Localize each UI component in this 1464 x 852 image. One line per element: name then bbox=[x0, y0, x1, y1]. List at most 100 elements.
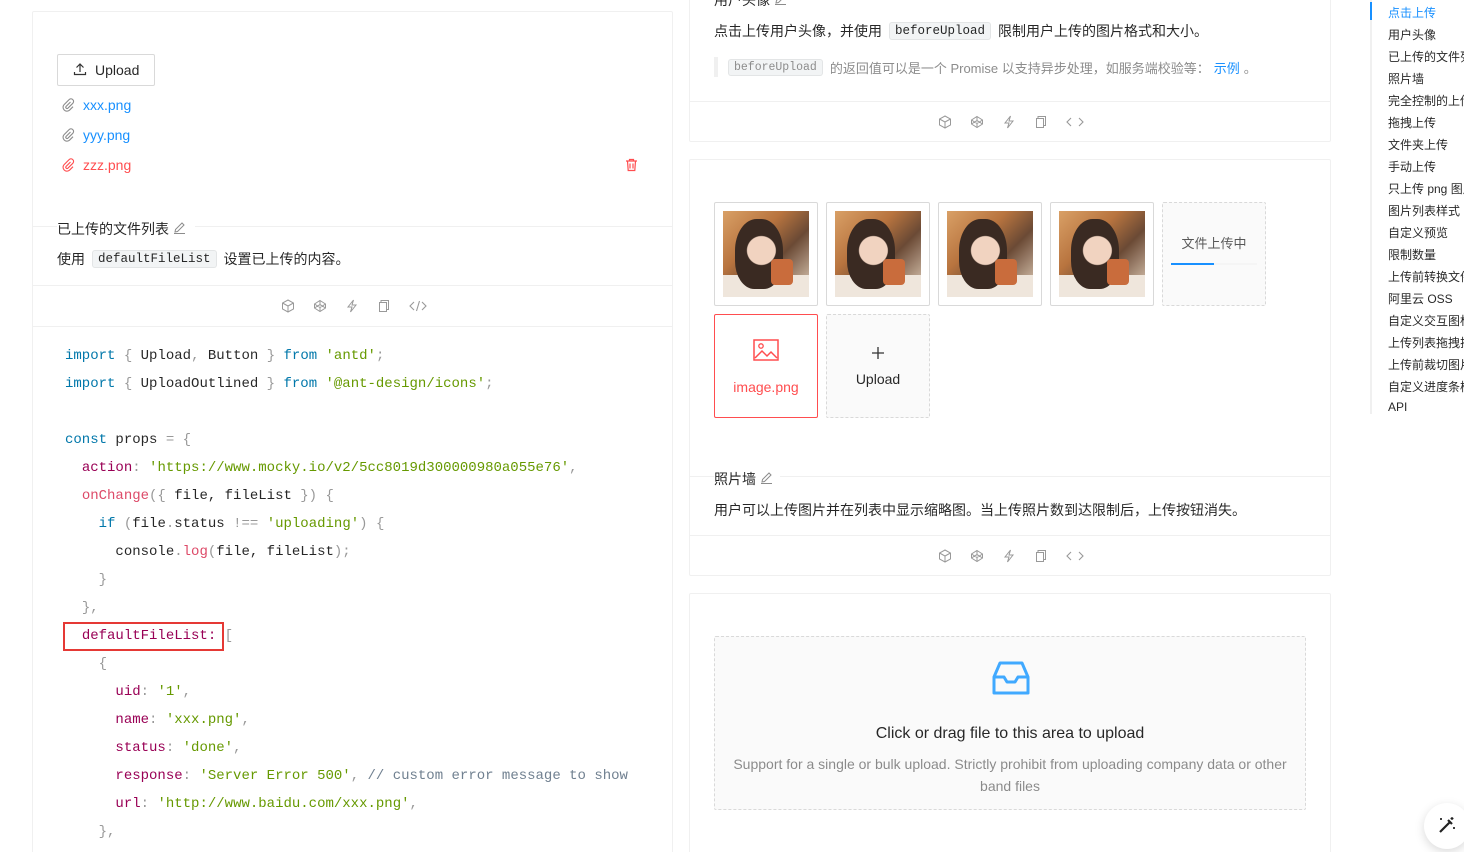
anchor-link[interactable]: 自定义预览 bbox=[1388, 224, 1448, 241]
code-actions bbox=[281, 299, 427, 313]
anchor-link[interactable]: 用户头像 bbox=[1388, 26, 1436, 43]
anchor-link[interactable]: 已上传的文件列表 bbox=[1388, 48, 1464, 65]
codepen-icon[interactable] bbox=[313, 299, 327, 313]
anchor-link[interactable]: 自定义进度条样式 bbox=[1388, 378, 1464, 395]
code-actions bbox=[938, 115, 1084, 129]
picture-error-item[interactable]: image.png bbox=[714, 314, 818, 418]
upload-drag-area[interactable]: Click or drag file to this area to uploa… bbox=[714, 636, 1306, 810]
file-name[interactable]: xxx.png bbox=[83, 97, 131, 113]
codesandbox-icon[interactable] bbox=[938, 549, 952, 563]
actions-divider bbox=[690, 101, 1330, 102]
note-text: 的返回值可以是一个 Promise 以支持异步处理，如服务端校验等： bbox=[829, 61, 1210, 76]
edit-icon[interactable] bbox=[774, 0, 787, 8]
demo-description: 用户可以上传图片并在列表中显示缩略图。当上传照片数到达限制后，上传按钮消失。 bbox=[714, 500, 1246, 520]
anchor-active-indicator bbox=[1370, 2, 1372, 20]
picture-icon bbox=[753, 339, 779, 364]
file-list-item[interactable]: yyy.png bbox=[61, 124, 130, 146]
anchor-link[interactable]: API bbox=[1388, 400, 1407, 414]
error-file-name: image.png bbox=[733, 379, 799, 395]
photo-image bbox=[947, 211, 1033, 297]
file-list-item-error[interactable]: zzz.png bbox=[61, 154, 131, 176]
picture-upload-button[interactable]: Upload bbox=[826, 314, 930, 418]
anchor-link[interactable]: 文件夹上传 bbox=[1388, 136, 1448, 153]
demo-title-text: 已上传的文件列表 bbox=[57, 221, 169, 237]
delete-icon[interactable] bbox=[625, 158, 638, 175]
demo-title: 照片墙 bbox=[714, 469, 773, 489]
note-text: 。 bbox=[1243, 61, 1257, 76]
paperclip-icon bbox=[61, 128, 75, 142]
demo-description: 点击上传用户头像，并使用 beforeUpload 限制用户上传的图片格式和大小… bbox=[714, 21, 1208, 41]
anchor-link[interactable]: 完全控制的上传列表 bbox=[1388, 92, 1464, 109]
section-divider bbox=[690, 476, 714, 477]
edit-icon[interactable] bbox=[760, 471, 773, 487]
desc-text: 使用 bbox=[57, 251, 85, 267]
edit-icon[interactable] bbox=[173, 221, 186, 237]
example-link[interactable]: 示例 bbox=[1214, 58, 1240, 77]
progress-bar bbox=[1171, 263, 1214, 265]
thunder-icon[interactable] bbox=[345, 299, 359, 313]
code-divider bbox=[33, 326, 672, 327]
thunder-icon[interactable] bbox=[1002, 549, 1016, 563]
codepen-icon[interactable] bbox=[970, 549, 984, 563]
anchor-link[interactable]: 点击上传 bbox=[1388, 4, 1436, 21]
demo-description: 使用 defaultFileList 设置已上传的内容。 bbox=[57, 249, 350, 269]
upload-button[interactable]: Upload bbox=[57, 54, 155, 86]
theme-editor-float-button[interactable] bbox=[1424, 803, 1464, 849]
photo-image bbox=[723, 211, 809, 297]
anchor-link[interactable]: 上传列表拖拽排序 bbox=[1388, 334, 1464, 351]
file-list-item[interactable]: xxx.png bbox=[61, 94, 131, 116]
file-name[interactable]: zzz.png bbox=[83, 157, 131, 173]
blockquote-bar bbox=[714, 57, 718, 77]
dragger-hint-line: Support for a single or bulk upload. Str… bbox=[733, 756, 1287, 772]
demo-title: 已上传的文件列表 bbox=[57, 219, 186, 239]
picture-thumbnail[interactable] bbox=[714, 202, 818, 306]
anchor-link[interactable]: 拖拽上传 bbox=[1388, 114, 1436, 131]
picture-thumbnail[interactable] bbox=[826, 202, 930, 306]
dragger-hint-line: band files bbox=[980, 778, 1040, 794]
paperclip-icon bbox=[61, 98, 75, 112]
magic-wand-icon bbox=[1437, 815, 1457, 838]
codesandbox-icon[interactable] bbox=[281, 299, 295, 313]
section-divider bbox=[33, 226, 57, 227]
anchor-link[interactable]: 图片列表样式 bbox=[1388, 202, 1460, 219]
anchor-link[interactable]: 自定义交互图标 bbox=[1388, 312, 1464, 329]
inline-code: beforeUpload bbox=[889, 22, 992, 40]
codesandbox-icon[interactable] bbox=[938, 115, 952, 129]
plus-icon bbox=[871, 346, 885, 363]
anchor-link[interactable]: 手动上传 bbox=[1388, 158, 1436, 175]
upload-label: Upload bbox=[855, 370, 901, 387]
anchor-link[interactable]: 只上传 png 图片 bbox=[1388, 180, 1464, 197]
uploading-text: 文件上传中 bbox=[1181, 236, 1247, 251]
expand-code-icon[interactable] bbox=[1066, 549, 1084, 563]
anchor-link[interactable]: 限制数量 bbox=[1388, 246, 1436, 263]
copy-icon[interactable] bbox=[377, 299, 391, 313]
anchor-link[interactable]: 照片墙 bbox=[1388, 70, 1424, 87]
demo-title: 用户头像 bbox=[714, 0, 787, 10]
file-name[interactable]: yyy.png bbox=[83, 127, 130, 143]
copy-icon[interactable] bbox=[1034, 115, 1048, 129]
highlight-box bbox=[63, 622, 224, 651]
upload-button-label: Upload bbox=[95, 62, 140, 78]
desc-text: 用户可以上传图片并在列表中显示缩略图。当上传照片数到达限制后，上传按钮消失。 bbox=[714, 502, 1246, 518]
picture-thumbnail[interactable] bbox=[1050, 202, 1154, 306]
copy-icon[interactable] bbox=[1034, 549, 1048, 563]
anchor-link[interactable]: 上传前转换文件 bbox=[1388, 268, 1464, 285]
anchor-track bbox=[1370, 0, 1372, 414]
codepen-icon[interactable] bbox=[970, 115, 984, 129]
section-divider bbox=[780, 476, 1330, 477]
demo-title-text: 用户头像 bbox=[714, 0, 770, 8]
thunder-icon[interactable] bbox=[1002, 115, 1016, 129]
anchor-link[interactable]: 阿里云 OSS bbox=[1388, 290, 1453, 307]
picture-thumbnail[interactable] bbox=[938, 202, 1042, 306]
photo-image bbox=[835, 211, 921, 297]
demo-title-text: 照片墙 bbox=[714, 471, 756, 487]
expand-code-icon[interactable] bbox=[1066, 115, 1084, 129]
expand-code-icon[interactable] bbox=[409, 299, 427, 313]
inline-code: beforeUpload bbox=[728, 59, 823, 76]
desc-text: 点击上传用户头像，并使用 bbox=[714, 23, 882, 39]
photo-image bbox=[1059, 211, 1145, 297]
desc-text: 限制用户上传的图片格式和大小。 bbox=[998, 23, 1209, 39]
dragger-hint: Support for a single or bulk upload. Str… bbox=[715, 753, 1305, 797]
code-actions bbox=[938, 549, 1084, 563]
anchor-link[interactable]: 上传前裁切图片 bbox=[1388, 356, 1464, 373]
